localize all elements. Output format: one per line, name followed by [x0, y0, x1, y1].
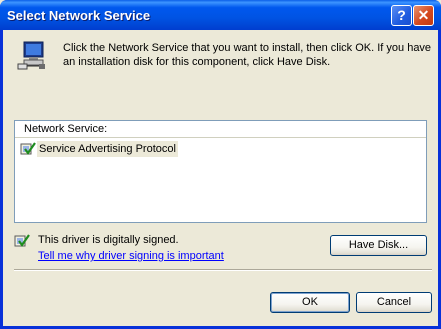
driver-signing-link[interactable]: Tell me why driver signing is important	[38, 250, 224, 262]
list-item-label: Service Advertising Protocol	[37, 141, 178, 157]
network-service-list[interactable]: Network Service: Service Advertising Pro…	[14, 120, 427, 223]
close-button[interactable]: ✕	[413, 5, 434, 26]
ok-button[interactable]: OK	[270, 292, 350, 313]
window-title: Select Network Service	[7, 8, 151, 23]
help-icon: ?	[397, 7, 406, 23]
signed-driver-icon	[14, 234, 30, 247]
have-disk-button[interactable]: Have Disk...	[330, 235, 427, 256]
close-icon: ✕	[417, 7, 430, 23]
dialog-body: Click the Network Service that you want …	[3, 30, 438, 326]
help-button[interactable]: ?	[391, 5, 412, 26]
dialog-window: Select Network Service ? ✕ Click the Net…	[0, 0, 441, 329]
signing-status-text: This driver is digitally signed.	[38, 234, 179, 246]
network-service-icon	[20, 142, 36, 155]
network-service-icon	[17, 41, 45, 70]
title-bar[interactable]: Select Network Service ? ✕	[0, 0, 441, 30]
divider	[14, 269, 432, 271]
list-header: Network Service:	[15, 121, 426, 138]
list-header-label: Network Service:	[24, 123, 108, 135]
cancel-button[interactable]: Cancel	[356, 292, 432, 313]
instructions-text: Click the Network Service that you want …	[63, 42, 432, 68]
